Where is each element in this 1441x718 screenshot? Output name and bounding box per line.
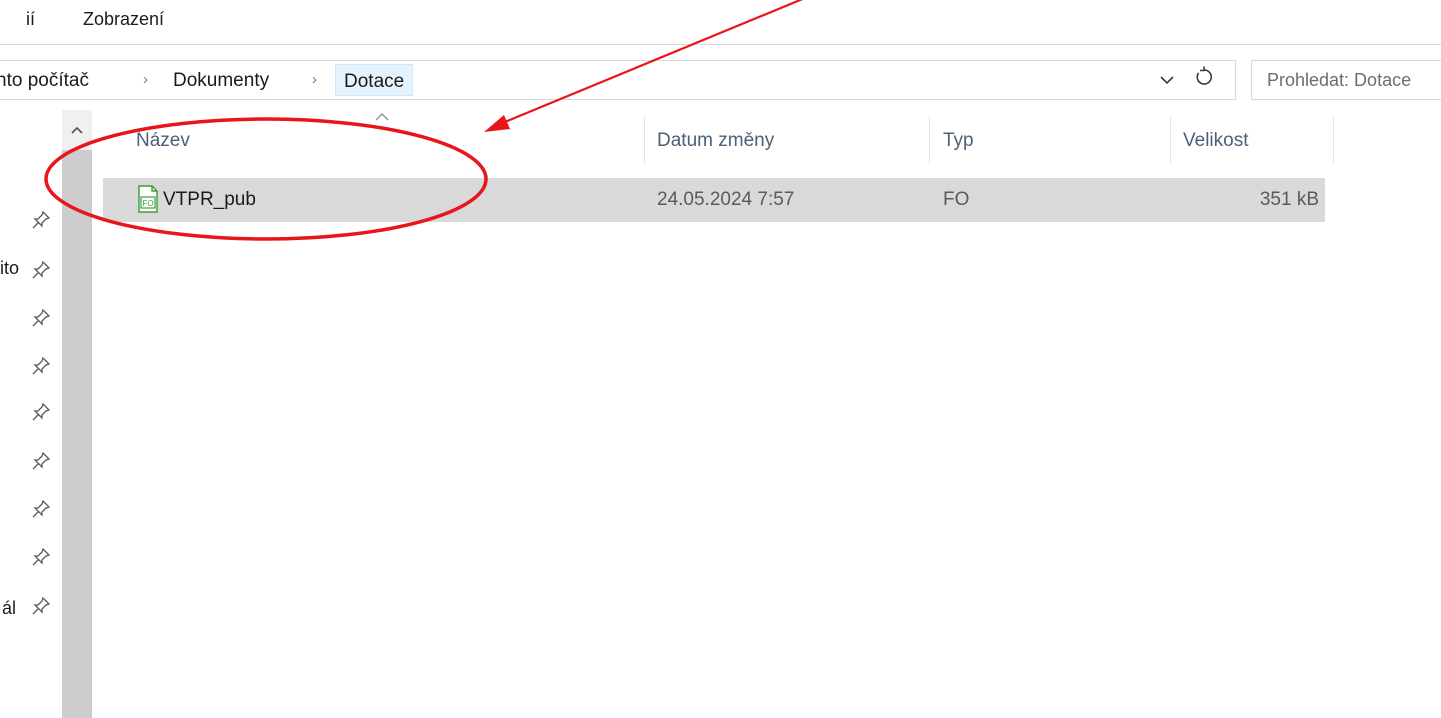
file-type: FO bbox=[943, 189, 970, 210]
column-divider[interactable] bbox=[644, 116, 645, 164]
column-header-name[interactable]: Název bbox=[136, 116, 644, 166]
fo-file-icon: FO bbox=[138, 185, 158, 213]
pin-icon[interactable] bbox=[32, 452, 50, 470]
svg-text:FO: FO bbox=[142, 199, 153, 208]
column-header-modified[interactable]: Datum změny bbox=[657, 116, 927, 166]
ribbon-tabs: ií Zobrazení bbox=[0, 0, 1441, 40]
column-header-type[interactable]: Typ bbox=[943, 116, 1163, 166]
pin-icon[interactable] bbox=[32, 211, 50, 229]
file-explorer-window: ií Zobrazení nto počítač › Dokumenty › D… bbox=[0, 0, 1441, 718]
pin-icon[interactable] bbox=[32, 261, 50, 279]
nav-item-label[interactable]: ito bbox=[0, 258, 19, 279]
scroll-up-icon[interactable] bbox=[62, 110, 92, 144]
column-divider[interactable] bbox=[1333, 116, 1334, 164]
search-placeholder: Prohledat: Dotace bbox=[1267, 70, 1412, 90]
file-name[interactable]: VTPR_pub bbox=[163, 189, 256, 211]
column-header-size[interactable]: Velikost bbox=[1183, 116, 1333, 166]
ribbon-tab-partial[interactable]: ií bbox=[26, 9, 35, 30]
pin-icon[interactable] bbox=[32, 500, 50, 518]
annotation-overlay bbox=[44, 0, 804, 241]
pin-icon[interactable] bbox=[32, 548, 50, 566]
nav-scrollbar-thumb[interactable] bbox=[62, 150, 92, 718]
breadcrumb-separator[interactable]: › bbox=[312, 71, 317, 88]
ribbon-tab-view[interactable]: Zobrazení bbox=[83, 9, 164, 30]
pin-icon[interactable] bbox=[32, 309, 50, 327]
search-input[interactable]: Prohledat: Dotace bbox=[1251, 60, 1441, 100]
breadcrumb-current-folder[interactable]: Dotace bbox=[335, 64, 414, 96]
table-row[interactable]: FO VTPR_pub 24.05.2024 7:57 FO 351 kB bbox=[103, 178, 1325, 222]
breadcrumb-this-pc[interactable]: nto počítač bbox=[0, 70, 89, 92]
breadcrumb-separator[interactable]: › bbox=[143, 71, 148, 88]
nav-item-label[interactable]: ál bbox=[2, 598, 16, 619]
refresh-icon[interactable] bbox=[1188, 65, 1220, 95]
file-modified: 24.05.2024 7:57 bbox=[657, 189, 795, 210]
navigation-pane: ito ál bbox=[0, 110, 62, 718]
pin-icon[interactable] bbox=[32, 403, 50, 421]
pin-icon[interactable] bbox=[32, 357, 50, 375]
ribbon-divider bbox=[0, 44, 1441, 45]
file-size: 351 kB bbox=[1259, 189, 1319, 210]
address-bar[interactable]: nto počítač › Dokumenty › Dotace bbox=[0, 60, 1236, 100]
chevron-down-icon[interactable] bbox=[1155, 67, 1179, 93]
column-divider[interactable] bbox=[1170, 116, 1171, 164]
breadcrumb-documents[interactable]: Dokumenty bbox=[173, 70, 269, 92]
column-divider[interactable] bbox=[929, 116, 930, 164]
pin-icon[interactable] bbox=[32, 597, 50, 615]
